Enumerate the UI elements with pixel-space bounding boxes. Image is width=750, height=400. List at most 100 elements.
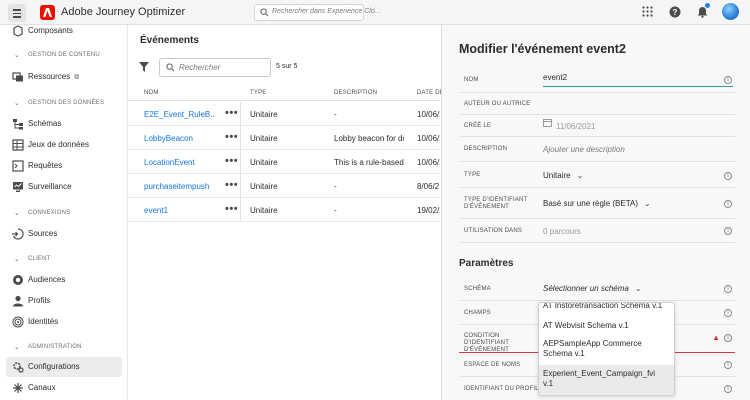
identifier-type-value: Basé sur une règle (BETA) — [543, 199, 639, 208]
column-divider — [240, 126, 241, 149]
event-name-link[interactable]: LocationEvent — [144, 158, 214, 167]
top-bar: Adobe Journey Optimizer Rechercher dans … — [0, 0, 750, 25]
sidebar-item-requetes[interactable]: Requêtes — [0, 156, 127, 176]
assets-icon — [12, 72, 23, 82]
sidebar-item-surveillance[interactable]: Surveillance — [0, 177, 127, 197]
field-label: IDENTIFIANT DU PROFIL — [464, 386, 539, 392]
info-icon[interactable]: i — [724, 385, 732, 393]
sidebar-item-label: Audiences — [28, 275, 66, 284]
field-label: TYPE D'IDENTIFIANT D'ÉVÉNEMENT — [464, 197, 528, 210]
field-label: NOM — [464, 77, 479, 83]
global-search-input[interactable]: Rechercher dans Experience Clo... — [254, 4, 381, 21]
column-divider — [240, 198, 241, 221]
section-client[interactable]: ⌄ CLIENT — [0, 253, 127, 267]
sidebar-item-identites[interactable]: Identités — [0, 312, 127, 332]
events-search-placeholder: Rechercher — [179, 63, 221, 72]
filter-icon[interactable] — [139, 62, 149, 72]
chevron-down-icon: ⌄ — [14, 210, 20, 217]
info-icon[interactable]: i — [724, 76, 732, 84]
more-actions-icon[interactable]: ••• — [225, 107, 238, 119]
chevron-down-icon: ⌄ — [576, 171, 584, 180]
column-header-description[interactable]: DESCRIPTION — [334, 90, 377, 96]
section-gestion-contenu[interactable]: ⌄ GESTION DE CONTENU — [0, 49, 127, 63]
event-name-link[interactable]: E2E_Event_RuleB... — [144, 110, 214, 119]
sidebar-item-canaux[interactable]: Canaux — [0, 378, 127, 398]
section-connexions[interactable]: ⌄ CONNEXIONS — [0, 207, 127, 221]
sidebar-item-composants[interactable]: Composants — [0, 25, 127, 41]
event-type: Unitaire — [250, 110, 278, 119]
sidebar-item-schemas[interactable]: Schémas — [0, 114, 127, 134]
description-input[interactable]: Ajouter une description — [543, 145, 625, 154]
section-label: CLIENT — [28, 256, 51, 262]
table-row[interactable]: E2E_Event_RuleB... ••• Unitaire - 10/06/… — [128, 102, 440, 126]
chevron-down-icon: ⌄ — [14, 100, 20, 107]
column-header-type[interactable]: TYPE — [250, 90, 266, 96]
events-list-panel: Événements Rechercher 5 sur 5 NOM TYPE D… — [128, 25, 444, 400]
section-administration[interactable]: ⌄ ADMINISTRATION — [0, 341, 127, 355]
user-avatar[interactable] — [722, 3, 739, 20]
sidebar-item-configurations[interactable]: Configurations — [6, 357, 122, 377]
result-count: 5 sur 5 — [276, 63, 298, 70]
info-icon[interactable]: i — [724, 361, 732, 369]
schema-option[interactable]: AT Instoretransaction Schema v.1 — [539, 303, 674, 311]
sidebar-item-profils[interactable]: Profils — [0, 291, 127, 311]
info-icon[interactable]: i — [724, 200, 732, 208]
page-title: Événements — [140, 35, 199, 46]
event-name-link[interactable]: purchaseitempush — [144, 182, 214, 191]
sidebar-item-sources[interactable]: Sources — [0, 224, 127, 244]
sidebar-item-ressources[interactable]: Ressources ⧉ — [0, 67, 127, 87]
type-dropdown[interactable]: Unitaire ⌄ — [543, 171, 583, 180]
table-row[interactable]: purchaseitempush ••• Unitaire - 8/06/2 — [128, 174, 440, 198]
sidebar-item-label: Sources — [28, 229, 58, 238]
event-name-link[interactable]: LobbyBeacon — [144, 134, 214, 143]
section-gestion-donnees[interactable]: ⌄ GESTION DES DONNÉES — [0, 97, 127, 111]
info-icon[interactable]: i — [724, 309, 732, 317]
hamburger-menu-icon[interactable] — [8, 4, 26, 22]
info-icon[interactable]: i — [724, 285, 732, 293]
event-type: Unitaire — [250, 158, 278, 167]
ressources-label: Ressources — [28, 72, 71, 81]
sidebar: Composants ⌄ GESTION DE CONTENU Ressourc… — [0, 25, 128, 400]
info-icon[interactable]: i — [724, 172, 732, 180]
sidebar-item-label: Configurations — [28, 362, 80, 371]
info-icon[interactable]: i — [724, 334, 732, 342]
event-name-input[interactable]: event2 — [543, 69, 733, 87]
schema-dropdown[interactable]: Sélectionner un schéma ⌄ — [543, 284, 642, 293]
event-name-link[interactable]: event1 — [144, 206, 214, 215]
chevron-down-icon: ⌄ — [644, 199, 651, 208]
schema-option-selected[interactable]: Experient_Event_Campaign_fvi v.1 — [539, 365, 674, 395]
panel-title: Modifier l'événement event2 — [459, 42, 626, 56]
identifier-type-dropdown[interactable]: Basé sur une règle (BETA) ⌄ — [543, 199, 651, 208]
field-label: DESCRIPTION — [464, 146, 508, 152]
column-header-nom[interactable]: NOM — [144, 90, 159, 96]
column-header-date[interactable]: DATE DE — [417, 90, 444, 96]
profile-icon — [13, 295, 23, 307]
adobe-logo-icon — [40, 5, 55, 20]
event-type: Unitaire — [250, 206, 278, 215]
sidebar-item-audiences[interactable]: Audiences — [0, 270, 127, 290]
schema-option[interactable]: AT Webvisit Schema v.1 — [539, 321, 674, 331]
events-search-input[interactable]: Rechercher — [159, 58, 271, 77]
apps-grid-icon[interactable] — [642, 6, 653, 17]
info-icon[interactable]: i — [724, 227, 732, 235]
sidebar-item-jeux-de-donnees[interactable]: Jeux de données — [0, 135, 127, 155]
sidebar-item-label: Profils — [28, 296, 51, 305]
sidebar-item-label: Ressources ⧉ — [28, 72, 79, 82]
type-dropdown-value: Unitaire — [543, 171, 571, 180]
parameters-heading: Paramètres — [459, 258, 514, 269]
calendar-icon — [543, 119, 552, 127]
field-type: TYPE Unitaire ⌄ i — [459, 162, 735, 188]
table-row[interactable]: event1 ••• Unitaire - 19/02/2 — [128, 198, 440, 222]
global-search-placeholder: Rechercher dans Experience Clo... — [272, 8, 381, 15]
event-type: Unitaire — [250, 182, 278, 191]
sidebar-item-label: Identités — [28, 317, 59, 326]
field-label: AUTEUR OU AUTRICE — [464, 101, 531, 107]
more-actions-icon[interactable]: ••• — [225, 203, 238, 215]
schema-option[interactable]: AEPSampleApp Commerce Schema v.1 — [539, 339, 647, 359]
table-row[interactable]: LobbyBeacon ••• Unitaire Lobby beacon fo… — [128, 126, 440, 150]
table-row[interactable]: LocationEvent ••• Unitaire This is a rul… — [128, 150, 440, 174]
more-actions-icon[interactable]: ••• — [225, 179, 238, 191]
more-actions-icon[interactable]: ••• — [225, 131, 238, 143]
more-actions-icon[interactable]: ••• — [225, 155, 238, 167]
help-icon[interactable]: ? — [669, 6, 681, 18]
